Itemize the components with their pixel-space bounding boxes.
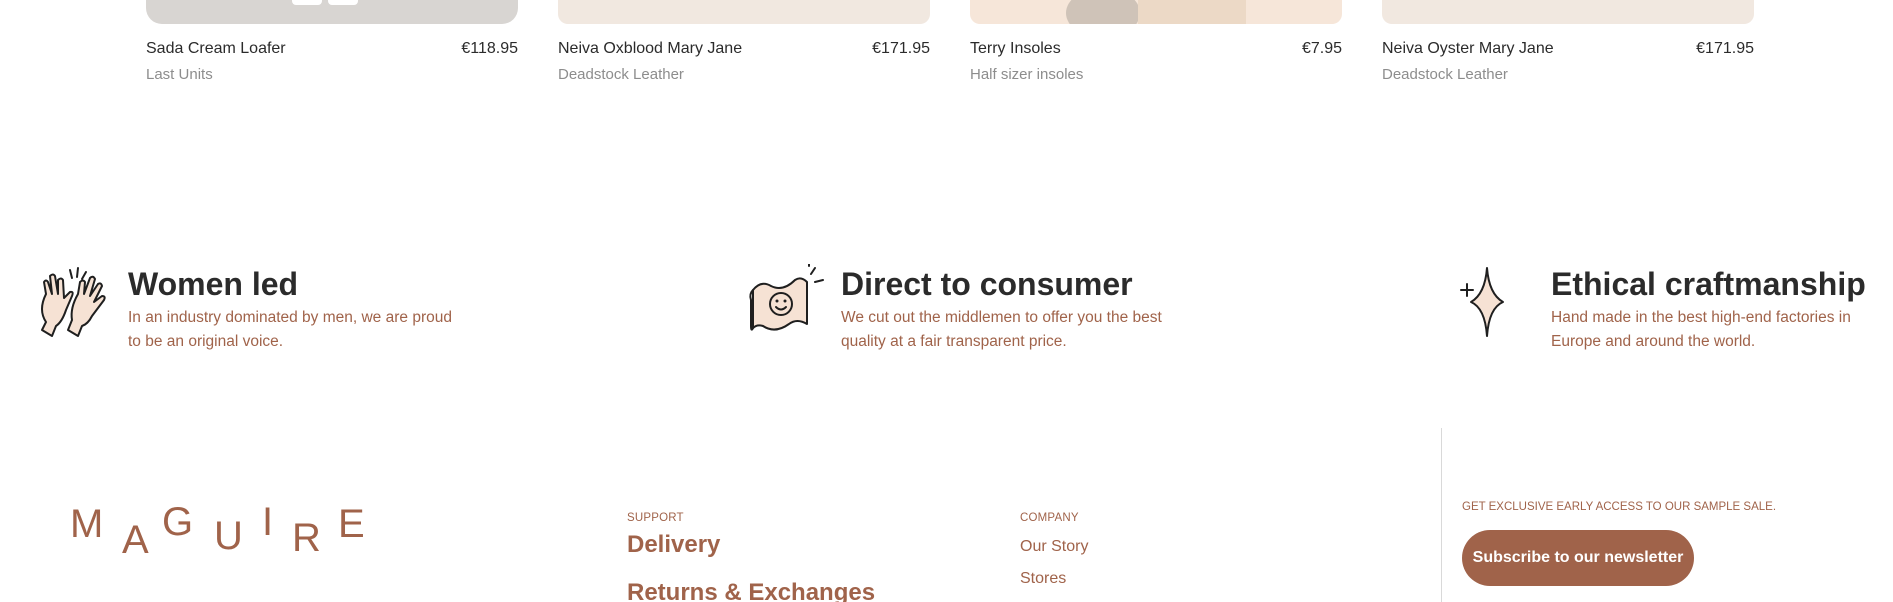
product-subtitle: Last Units xyxy=(146,66,213,83)
subscribe-newsletter-button[interactable]: Subscribe to our newsletter xyxy=(1462,530,1694,586)
product-name[interactable]: Sada Cream Loafer xyxy=(146,40,286,58)
company-heading: COMPANY xyxy=(1020,512,1079,524)
brand-logo[interactable]: M A G U I R E xyxy=(70,500,370,570)
feature-women-led: Women led In an industry dominated by me… xyxy=(32,262,458,354)
logo-letter: E xyxy=(338,502,365,546)
logo-letter: G xyxy=(162,500,194,544)
product-name[interactable]: Neiva Oyster Mary Jane xyxy=(1382,40,1554,58)
feature-text: We cut out the middlemen to offer you th… xyxy=(841,309,1162,351)
feature-ethical-craftmanship: Ethical craftmanship Hand made in the be… xyxy=(1455,262,1881,354)
product-image[interactable] xyxy=(558,0,930,24)
product-price: €7.95 xyxy=(1301,40,1342,57)
product-subtitle: Deadstock Leather xyxy=(558,66,684,83)
support-heading: SUPPORT xyxy=(627,512,684,524)
feature-title: Direct to consumer xyxy=(841,266,1133,302)
sparkle-icon xyxy=(1460,267,1504,337)
product-card[interactable]: Neiva Oxblood Mary Jane €171.95 Deadstoc… xyxy=(558,0,930,83)
logo-letter: M xyxy=(70,502,104,546)
delivery-link[interactable]: Delivery xyxy=(627,531,720,559)
newsletter-heading: GET EXCLUSIVE EARLY ACCESS TO OUR SAMPLE… xyxy=(1462,501,1777,513)
product-name[interactable]: Terry Insoles xyxy=(970,40,1061,58)
feature-title: Ethical craftmanship xyxy=(1551,266,1866,302)
product-price: €118.95 xyxy=(461,40,518,57)
feature-text: In an industry dominated by men, we are … xyxy=(128,309,452,351)
our-story-link[interactable]: Our Story xyxy=(1020,538,1088,556)
feature-direct-to-consumer: Direct to consumer We cut out the middle… xyxy=(745,262,1171,354)
product-image[interactable] xyxy=(146,0,518,24)
product-price: €171.95 xyxy=(1696,40,1754,57)
stores-link[interactable]: Stores xyxy=(1020,570,1066,588)
product-name[interactable]: Neiva Oxblood Mary Jane xyxy=(558,40,742,58)
smiley-banknote-icon xyxy=(749,264,824,331)
footer-divider xyxy=(1441,428,1442,602)
feature-title: Women led xyxy=(128,266,299,302)
product-subtitle: Deadstock Leather xyxy=(1382,66,1508,83)
feature-text: Hand made in the best high-end factories… xyxy=(1551,309,1851,351)
product-card[interactable]: Terry Insoles €7.95 Half sizer insoles xyxy=(970,0,1342,83)
product-price: €171.95 xyxy=(872,40,930,57)
logo-letter: A xyxy=(122,518,149,562)
logo-letter: R xyxy=(292,516,321,560)
product-image[interactable] xyxy=(1382,0,1754,24)
product-subtitle: Half sizer insoles xyxy=(970,66,1084,83)
product-card[interactable]: Sada Cream Loafer €118.95 Last Units xyxy=(146,0,518,83)
product-image[interactable] xyxy=(970,0,1342,24)
product-card[interactable]: Neiva Oyster Mary Jane €171.95 Deadstock… xyxy=(1382,0,1754,83)
logo-letter: U xyxy=(214,514,243,558)
logo-letter: I xyxy=(262,500,274,544)
clapping-hands-icon xyxy=(41,267,106,337)
returns-exchanges-link[interactable]: Returns & Exchanges xyxy=(627,579,875,602)
